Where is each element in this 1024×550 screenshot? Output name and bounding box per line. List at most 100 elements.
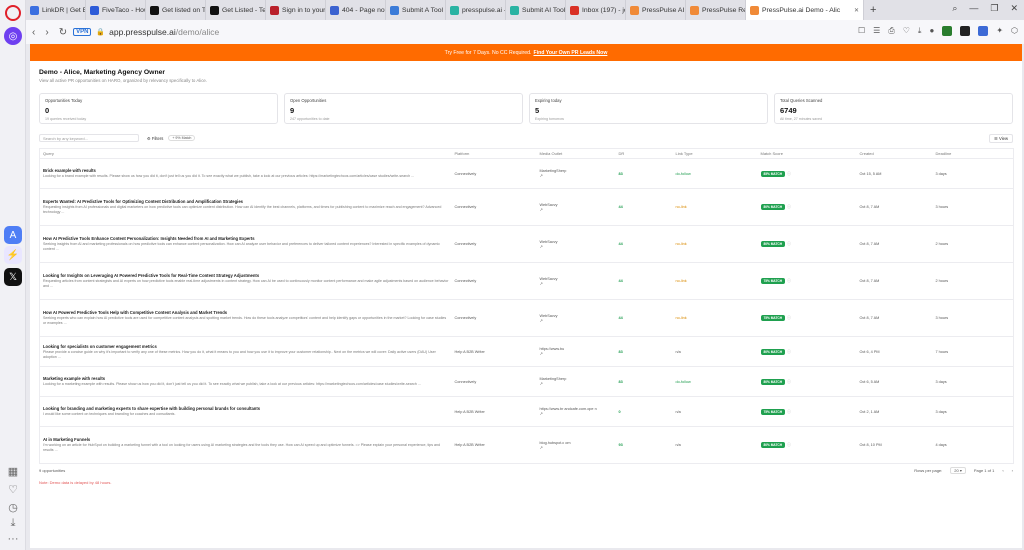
column-header[interactable]: Created: [856, 148, 933, 159]
x-twitter-icon[interactable]: 𝕏: [4, 268, 22, 286]
back-icon[interactable]: ‹: [32, 27, 35, 38]
info-icon[interactable]: ⓘ: [787, 278, 791, 283]
table-row[interactable]: Looking for branding and marketing exper…: [39, 396, 1014, 427]
query-title[interactable]: Marketing example with results: [43, 376, 449, 381]
browser-tab[interactable]: Inbox (197) - jon: [566, 0, 626, 20]
heart-bookmark-icon[interactable]: ♡: [903, 26, 910, 36]
table-row[interactable]: Marketing example with results Looking fo…: [39, 366, 1014, 397]
external-link-icon[interactable]: ↗: [540, 281, 543, 286]
browser-tab[interactable]: Get Listed - Teky: [206, 0, 266, 20]
browser-tab[interactable]: PressPulse AI | R: [626, 0, 686, 20]
info-icon[interactable]: ⓘ: [787, 241, 791, 246]
browser-tab[interactable]: FiveTaco - How S: [86, 0, 146, 20]
minimize-icon[interactable]: —: [969, 3, 978, 14]
table-row[interactable]: Looking for specialists on customer enga…: [39, 336, 1014, 367]
query-title[interactable]: How AI Predictive Tools Enhance Content …: [43, 236, 449, 241]
next-page-icon[interactable]: ›: [1012, 468, 1013, 473]
new-tab-icon[interactable]: +: [864, 4, 882, 16]
filters-button[interactable]: ⚙ Filters: [147, 136, 163, 141]
table-row[interactable]: Experts Wanted: AI Predictive Tools for …: [39, 188, 1014, 226]
app-store-icon[interactable]: A: [4, 226, 22, 244]
match-filter-chip[interactable]: + 9% Match: [168, 135, 196, 141]
settings-icon[interactable]: ⬡: [1011, 26, 1018, 36]
search-tabs-icon[interactable]: ⌕: [952, 3, 957, 14]
close-window-icon[interactable]: ✕: [1010, 3, 1018, 14]
browser-tab[interactable]: presspulse.ai - R: [446, 0, 506, 20]
external-link-icon[interactable]: ↗: [540, 411, 543, 416]
column-header[interactable]: Match Score: [757, 148, 857, 159]
query-title[interactable]: Looking for specialists on customer enga…: [43, 344, 449, 349]
rows-per-page-select[interactable]: 20 ▾: [950, 467, 966, 474]
extension-translate-icon[interactable]: [978, 26, 989, 36]
prev-page-icon[interactable]: ‹: [1002, 468, 1003, 473]
query-title[interactable]: Looking for Insights on Leveraging AI Po…: [43, 273, 449, 278]
info-icon[interactable]: ⓘ: [787, 349, 791, 354]
reload-icon[interactable]: ↻: [59, 27, 67, 38]
heart-icon[interactable]: ♡: [4, 480, 22, 498]
column-header[interactable]: Platform: [451, 148, 537, 159]
browser-tab[interactable]: Submit AI Tool to: [506, 0, 566, 20]
search-input[interactable]: Search by any keyword...: [39, 134, 139, 142]
info-icon[interactable]: ⓘ: [787, 315, 791, 320]
avatar[interactable]: ●: [929, 26, 934, 36]
more-icon[interactable]: ···: [4, 530, 22, 548]
browser-tab[interactable]: Submit A Tool To: [386, 0, 446, 20]
match-cell: 80% MATCH ⓘ: [757, 366, 857, 397]
messenger-icon[interactable]: ⚡: [4, 246, 22, 264]
external-link-icon[interactable]: ↗: [540, 445, 543, 450]
table-row[interactable]: How AI Powered Predictive Tools Help wit…: [39, 299, 1014, 337]
forward-icon[interactable]: ›: [45, 27, 48, 38]
table-row[interactable]: How AI Predictive Tools Enhance Content …: [39, 225, 1014, 263]
banner-link[interactable]: Find Your Own PR Leads Now: [533, 50, 607, 56]
info-icon[interactable]: ⓘ: [787, 379, 791, 384]
url-field[interactable]: app.presspulse.ai/demo/alice: [109, 27, 219, 37]
browser-tab[interactable]: 404 - Page not fo: [326, 0, 386, 20]
extension-green-icon[interactable]: [942, 26, 953, 36]
extension-dark-icon[interactable]: [960, 26, 971, 36]
external-link-icon[interactable]: ↗: [540, 173, 543, 178]
query-title[interactable]: Looking for branding and marketing exper…: [43, 406, 449, 411]
column-header[interactable]: Query: [39, 148, 452, 159]
lock-icon[interactable]: 🔒: [96, 28, 105, 36]
external-link-icon[interactable]: ↗: [540, 207, 543, 212]
maximize-icon[interactable]: ❐: [990, 3, 998, 14]
puzzle-icon[interactable]: ✦: [996, 26, 1003, 36]
external-link-icon[interactable]: ↗: [540, 244, 543, 249]
opera-logo-icon[interactable]: [5, 5, 21, 21]
browser-tab[interactable]: Get listed on Tin: [146, 0, 206, 20]
browser-tab[interactable]: PressPulse Revie: [686, 0, 746, 20]
query-title[interactable]: How AI Powered Predictive Tools Help wit…: [43, 310, 449, 315]
download-icon[interactable]: ⤓: [918, 26, 922, 36]
outlet-cell: WebSavvy ↗: [536, 299, 616, 337]
vpn-badge[interactable]: VPN: [73, 28, 92, 36]
column-header[interactable]: Link Type: [672, 148, 758, 159]
external-link-icon[interactable]: ↗: [540, 381, 543, 386]
info-icon[interactable]: ⓘ: [787, 442, 791, 447]
table-row[interactable]: AI in Marketing Funnels I'm working on an…: [39, 426, 1014, 464]
snapshot-icon[interactable]: ⎙: [888, 26, 894, 36]
external-link-icon[interactable]: ↗: [540, 351, 543, 356]
query-title[interactable]: AI in Marketing Funnels: [43, 437, 449, 442]
browser-tab[interactable]: PressPulse.ai Demo - Alic ✕: [746, 0, 864, 20]
column-header[interactable]: Media Outlet: [536, 148, 616, 159]
table-row[interactable]: Brick example with results Looking for a …: [39, 158, 1014, 189]
aria-ai-icon[interactable]: ◎: [4, 27, 22, 45]
column-header[interactable]: DR: [615, 148, 673, 159]
view-button[interactable]: ☰ View: [989, 133, 1013, 143]
query-title[interactable]: Brick example with results: [43, 168, 449, 173]
table-row[interactable]: Looking for Insights on Leveraging AI Po…: [39, 262, 1014, 300]
browser-tab[interactable]: Sign in to your a: [266, 0, 326, 20]
info-icon[interactable]: ⓘ: [787, 409, 791, 414]
link-type-cell: no-link: [672, 299, 758, 337]
info-icon[interactable]: ⓘ: [787, 204, 791, 209]
workspaces-icon[interactable]: ▦: [4, 462, 22, 480]
query-title[interactable]: Experts Wanted: AI Predictive Tools for …: [43, 199, 449, 204]
bookmarks-icon[interactable]: ☰: [873, 26, 880, 36]
browser-tab[interactable]: LinkDR | Get Bac: [26, 0, 86, 20]
column-header[interactable]: Deadline: [932, 148, 1014, 159]
match-cell: 80% MATCH ⓘ: [757, 225, 857, 263]
external-link-icon[interactable]: ↗: [540, 318, 543, 323]
info-icon[interactable]: ⓘ: [787, 171, 791, 176]
close-tab-icon[interactable]: ✕: [854, 7, 859, 14]
reader-icon[interactable]: ☐: [858, 26, 865, 36]
